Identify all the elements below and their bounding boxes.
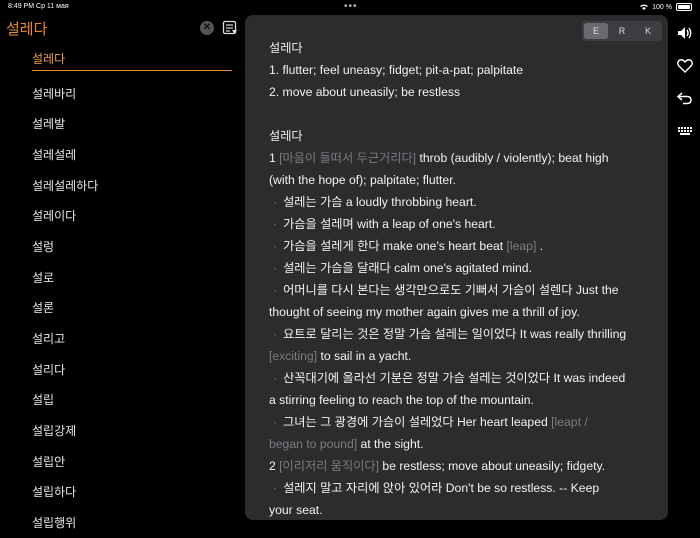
list-item[interactable]: 설립하다 [32,477,232,508]
sense-line: 2. move about uneasily; be restless [269,85,461,99]
list-item[interactable]: 설립안 [32,446,232,477]
speaker-icon[interactable] [676,24,694,42]
battery-icon [676,3,692,11]
notes-icon[interactable] [222,20,238,36]
example-cont: [exciting] to sail in a yacht. [269,349,412,363]
multitask-dots-icon[interactable]: ••• [344,1,358,12]
sense-1: 1 [마음이 들떠서 두근거리다] throb (audibly / viole… [269,151,609,165]
list-item-selected[interactable]: 설레다 [32,46,232,71]
list-item[interactable]: 설레설레하다 [32,170,232,201]
status-time: 8:49 PM Ср 11 мая [8,3,69,10]
example: · 설레지 말고 자리에 앉아 있어라 Don't be so restless.… [273,481,600,495]
example: · 산꼭대기에 올라선 기분은 정말 가슴 설레는 것이었다 It was ind… [273,371,626,385]
example: · 가슴을 설레며 with a leap of one's heart. [273,217,496,231]
clear-search-icon[interactable]: ✕ [200,21,214,35]
example-cont: a stirring feeling to reach the top of t… [269,393,534,407]
list-item[interactable]: 설리고 [32,323,232,354]
status-bar: 8:49 PM Ср 11 мая ••• 100 % [0,0,700,14]
example: · 그녀는 그 광경에 가슴이 설레었다 Her heart leaped [le… [273,415,588,429]
example: · 설레는 가슴을 달래다 calm one's agitated mind. [273,261,532,275]
list-item[interactable]: 설립행위 [32,507,232,538]
battery-percent: 100 % [652,3,672,11]
wifi-icon [640,4,649,10]
example-cont: began to pound] at the sight. [269,437,424,451]
list-item[interactable]: 설레바리 [32,78,232,109]
example: · 가슴을 설레게 한다 make one's heart beat [leap]… [273,239,544,253]
definition-content: 설레다 1. flutter; feel uneasy; fidget; pit… [269,37,649,520]
list-item[interactable]: 설리다 [32,354,232,385]
example: · 어머니를 다시 본다는 생각만으로도 기뻐서 가슴이 설렌다 Just the [273,283,619,297]
list-item[interactable]: 설립 [32,385,232,416]
list-item[interactable]: 설론 [32,293,232,324]
word-list: 설레다 설레바리 설레발 설레설레 설레설레하다 설레이다 설렁 설로 설론 설… [32,46,232,538]
list-item[interactable]: 설렁 [32,231,232,262]
search-input[interactable]: 설레다 [6,18,47,39]
keyboard-icon[interactable] [676,122,694,140]
sense-line: 1. flutter; feel uneasy; fidget; pit-a-p… [269,63,524,77]
example: · 요트로 달리는 것은 정말 가슴 설레는 일이었다 It was really… [273,327,627,341]
definition-panel: E R K 설레다 1. flutter; feel uneasy; fidge… [245,15,668,520]
list-item[interactable]: 설레설레 [32,139,232,170]
sense-1-cont: (with the hope of); palpitate; flutter. [269,173,456,187]
sense-2: 2 [이리저리 움직이다] be restless; move about un… [269,459,606,473]
back-arrow-icon[interactable] [676,89,694,107]
example-cont: thought of seeing my mother again gives … [269,305,580,319]
heart-icon[interactable] [676,57,694,75]
example-cont: your seat. [269,503,323,517]
example: · 설레는 가슴 a loudly throbbing heart. [273,195,477,209]
list-item[interactable]: 설레발 [32,108,232,139]
status-right: 100 % [640,3,692,11]
list-item[interactable]: 설립강제 [32,415,232,446]
entry-headword: 설레다 [269,41,303,55]
list-item[interactable]: 설로 [32,262,232,293]
list-item[interactable]: 설레이다 [32,200,232,231]
entry-headword: 설레다 [269,129,303,143]
